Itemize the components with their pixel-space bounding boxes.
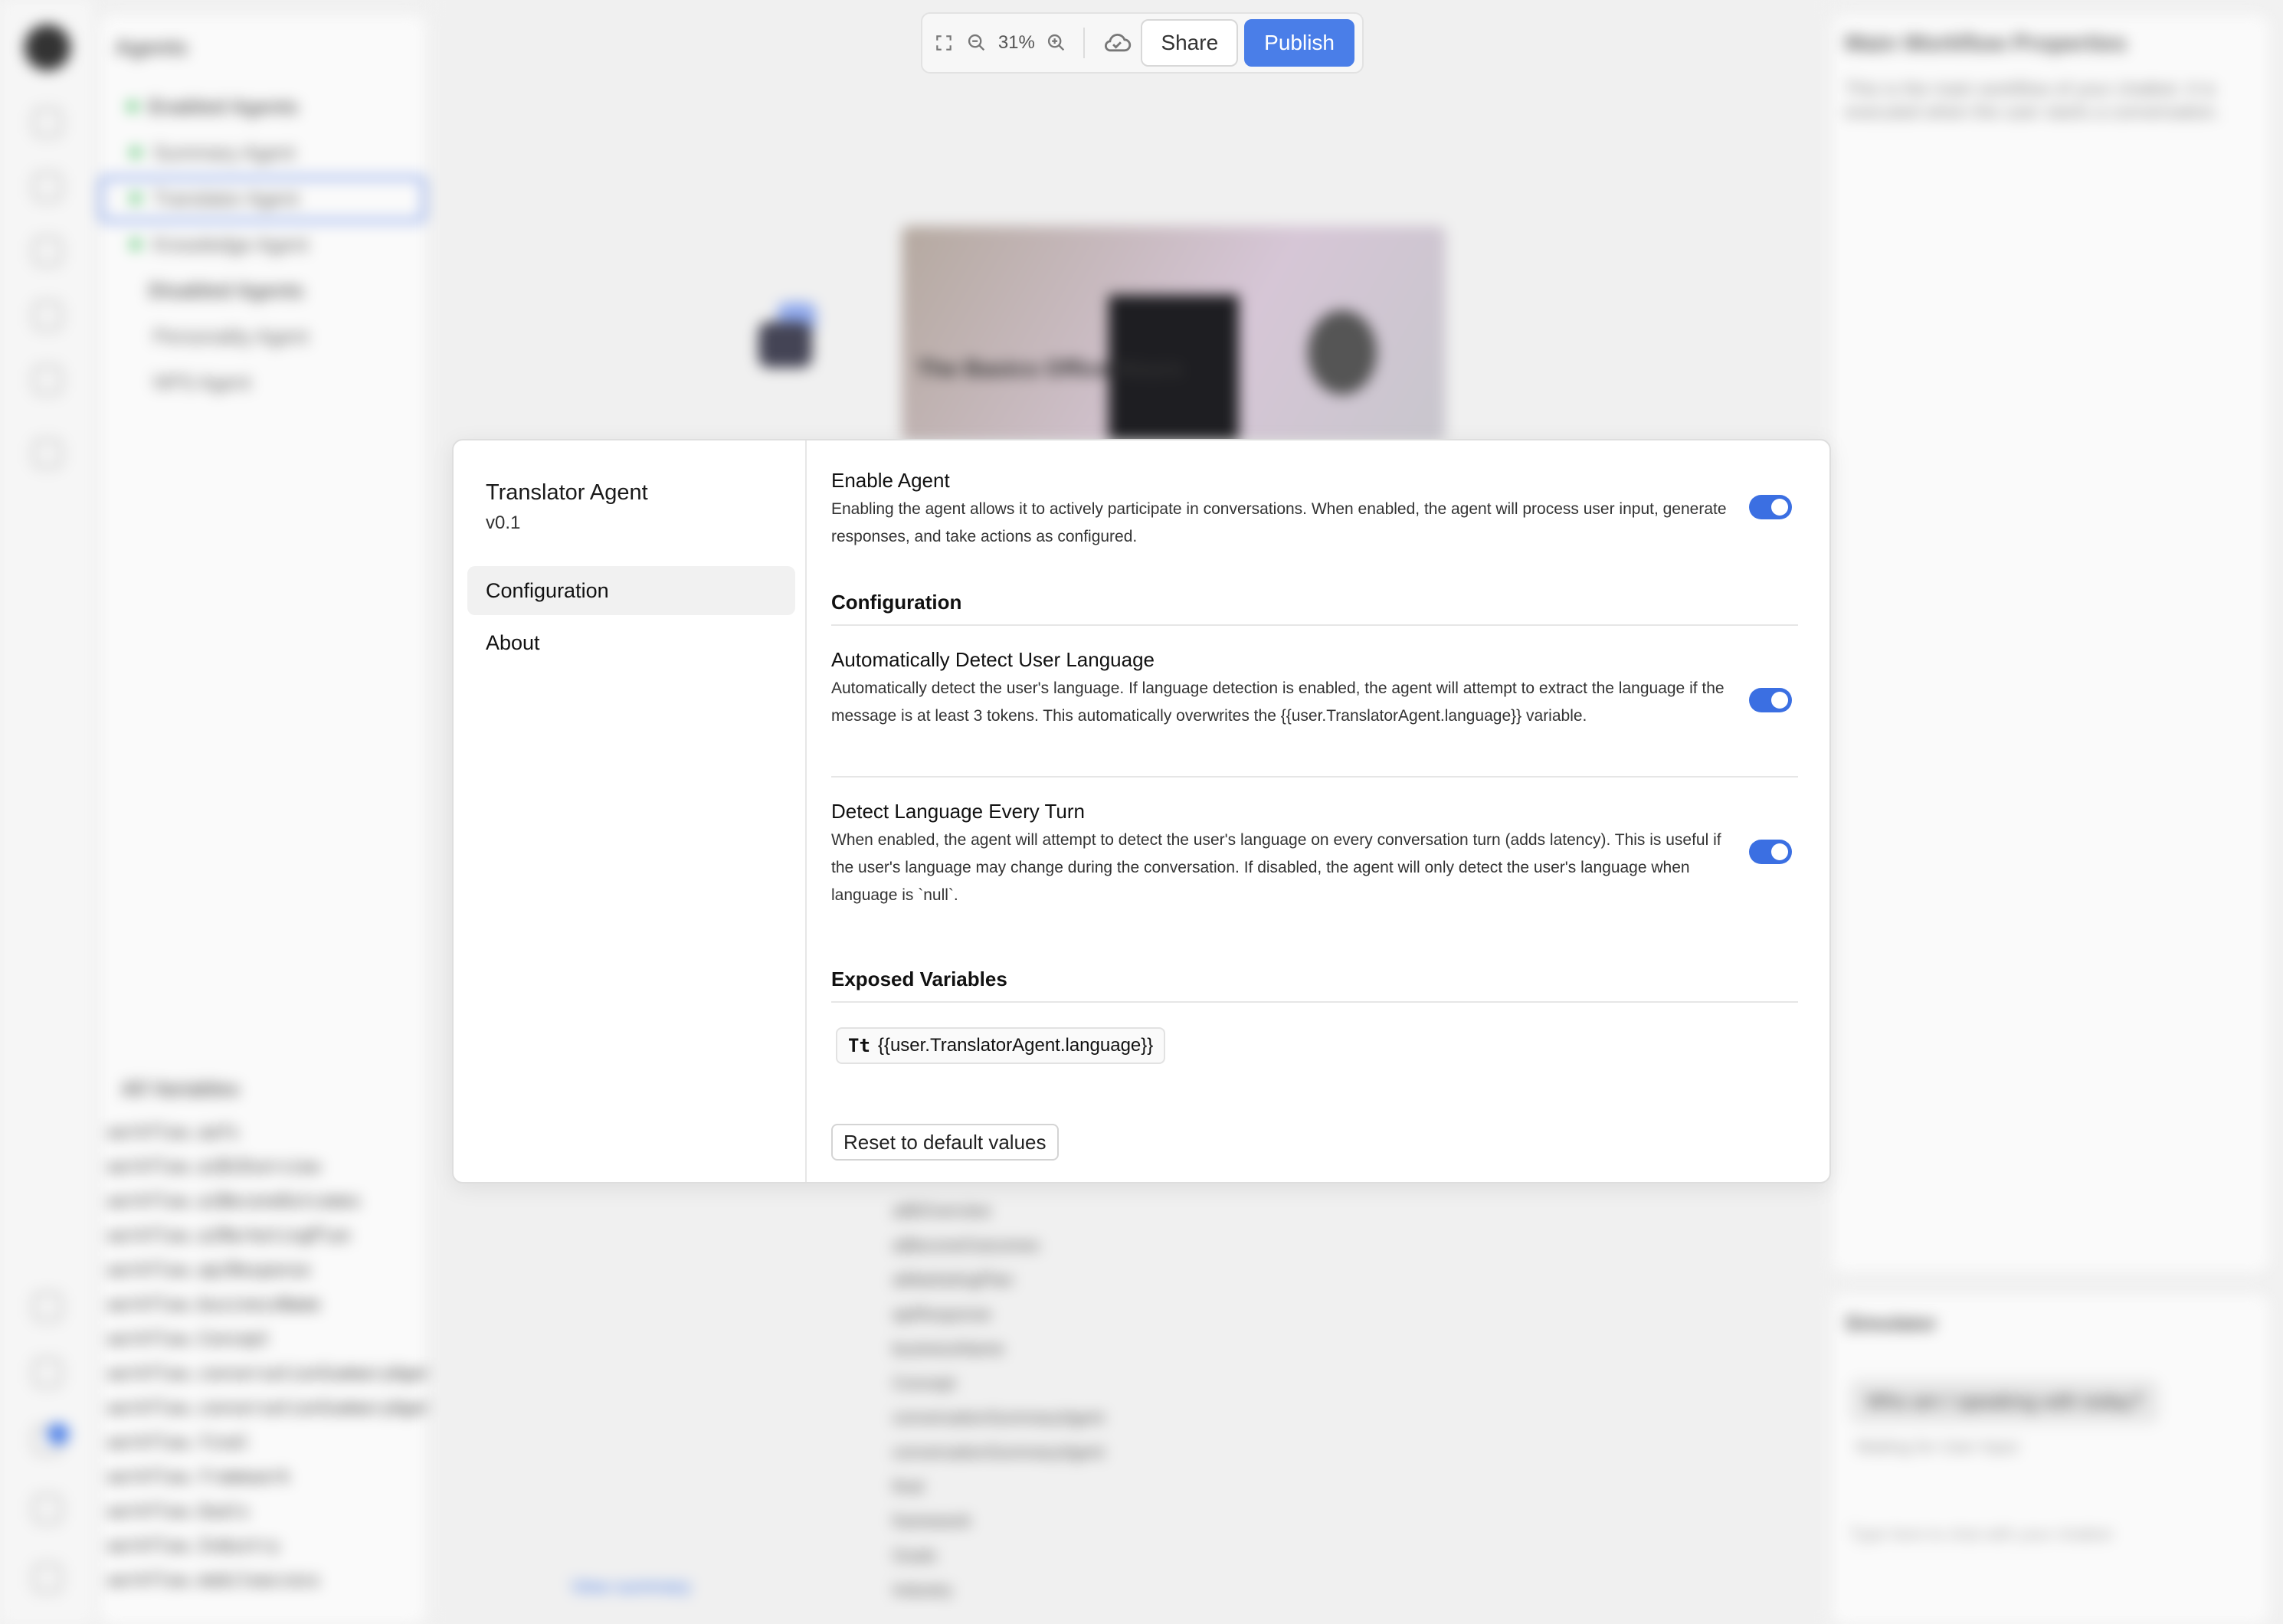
canvas-row: businessName [893,1339,1004,1358]
properties-title: Main Workflow Properties [1845,31,2127,56]
variable-row[interactable]: workflow.aiMarketingPlan [107,1226,351,1246]
section-divider [831,624,1798,626]
canvas-toolbar: 31% Share Publish [921,12,1364,74]
exposed-variable-chip[interactable]: Tt {{user.TranslatorAgent.language}} [836,1027,1166,1064]
text-type-icon: Tt [848,1035,870,1056]
variable-row[interactable]: workflow.framework [107,1468,290,1487]
canvas-row: final [893,1477,924,1496]
modal-sidebar: Translator Agent v0.1 Configuration Abou… [454,440,807,1182]
settings-icon[interactable] [32,438,63,469]
variable-row[interactable]: workflow.mobileaccess [107,1571,320,1590]
video-title: The Basics Office Hours [917,356,1183,381]
cloud-saved-icon [1099,29,1135,57]
share-button[interactable]: Share [1141,19,1239,67]
workflow-icon[interactable] [32,107,63,138]
enable-agent-toggle[interactable] [1749,495,1792,519]
view-summary-link[interactable]: View summary [571,1577,691,1598]
properties-panel: Main Workflow Properties This is the mai… [1833,15,2269,1272]
zoom-in-icon[interactable] [1043,29,1069,57]
disabled-agents-group[interactable]: Disabled Agents [149,279,304,303]
variable-row[interactable]: workflow.aiBeconeOutcomes [107,1192,361,1211]
notification-badge [47,1423,69,1445]
reset-defaults-button[interactable]: Reset to default values [831,1124,1059,1161]
every-turn-title: Detect Language Every Turn [831,800,1085,823]
configuration-section-title: Configuration [831,591,962,614]
agent-settings-modal: Translator Agent v0.1 Configuration Abou… [452,439,1831,1184]
simulator-input[interactable]: Type here to chat with your chatbot [1849,1524,2248,1544]
auto-detect-description: Automatically detect the user's language… [831,679,1725,725]
auto-detect-toggle[interactable] [1749,688,1792,712]
agent-item[interactable]: Personality Agent [153,325,308,349]
every-turn-toggle[interactable] [1749,840,1792,864]
publish-button[interactable]: Publish [1244,19,1354,67]
canvas-row: Goals [893,1546,937,1565]
variable-row[interactable]: workflow.final [107,1433,249,1452]
canvas-row: framework [893,1511,971,1531]
variable-row[interactable]: workflow.conversationSummaryAgent [107,1364,442,1383]
variable-row[interactable]: workflow.conversationSummaryAgent [107,1399,442,1418]
nav-about[interactable]: About [467,618,795,667]
simulator-status: Waiting for User Input [1856,1437,2018,1456]
content-icon[interactable] [32,236,63,267]
profile-icon[interactable] [32,1563,63,1593]
properties-description: This is the main workflow of your chatbo… [1845,79,2220,123]
row-divider [831,776,1798,778]
variable-row[interactable]: workflow.aafs [107,1123,239,1142]
variable-row[interactable]: workflow.Concept [107,1330,270,1349]
variable-row[interactable]: workflow.Goals [107,1502,249,1521]
canvas-row: conversationSummaryAgent [893,1442,1105,1462]
agent-item[interactable]: NPS Agent [153,371,251,395]
agent-version: v0.1 [486,512,521,533]
enable-agent-description: Enabling the agent allows it to actively… [831,500,1727,545]
video-thumbnail[interactable]: The Basics Office Hours [902,226,1446,440]
icon-rail [0,0,96,1624]
agents-panel-title: Agents [115,35,188,59]
exposed-variable-name: {{user.TranslatorAgent.language}} [877,1035,1154,1056]
variables-filter[interactable]: All Variables [121,1077,240,1101]
exposed-variables-title: Exposed Variables [831,968,1007,990]
variable-row[interactable]: workflow.Industry [107,1537,280,1556]
zoom-out-icon[interactable] [963,29,990,57]
canvas-row: aiBiOverview [893,1201,991,1220]
keyboard-icon[interactable] [32,1357,63,1388]
agent-item[interactable]: Translator Agent [153,187,299,211]
canvas-row: apiResponse [893,1305,991,1324]
search-icon[interactable] [32,1292,63,1322]
enable-agent-title: Enable Agent [831,469,950,492]
agent-item[interactable]: Summary Agent [153,141,295,165]
enabled-agents-group[interactable]: Enabled Agents [149,95,299,119]
nav-configuration[interactable]: Configuration [467,566,795,615]
bot-avatar [758,322,812,368]
modal-content: Enable Agent Enabling the agent allows i… [831,440,1804,1182]
help-icon[interactable] [32,1494,63,1524]
agent-item[interactable]: Knowledge Agent [153,233,308,257]
simulator-title: Simulator [1845,1311,1937,1334]
variable-row[interactable]: workflow.apiResponse [107,1261,310,1280]
canvas-row: Industry [893,1580,953,1599]
simulator-message: Who am I speaking with today? [1849,1379,2160,1424]
canvas-row: aiMarketingPlan [893,1270,1014,1289]
section-divider [831,1001,1798,1003]
toolbar-divider [1083,28,1086,58]
canvas-row: Concept [893,1374,955,1393]
auto-detect-title: Automatically Detect User Language [831,648,1155,671]
canvas-row: conversationSummaryAgent [893,1408,1105,1427]
voice-icon[interactable] [32,300,63,331]
chat-icon[interactable] [32,365,63,395]
agent-name: Translator Agent [486,480,648,505]
agents-icon[interactable] [32,172,63,202]
zoom-level: 31% [997,32,1035,53]
app-logo [25,25,70,70]
agents-panel: Agents Enabled Agents Summary Agent Tran… [100,15,442,1624]
variable-row[interactable]: workflow.aiBiOverview [107,1157,320,1177]
simulator-panel: Simulator Who am I speaking with today? … [1833,1295,2269,1624]
canvas-row: aiBeconeOutcomes [893,1236,1040,1255]
every-turn-description: When enabled, the agent will attempt to … [831,831,1721,904]
fit-screen-icon[interactable] [930,29,957,57]
variable-row[interactable]: workflow.businessName [107,1295,320,1315]
